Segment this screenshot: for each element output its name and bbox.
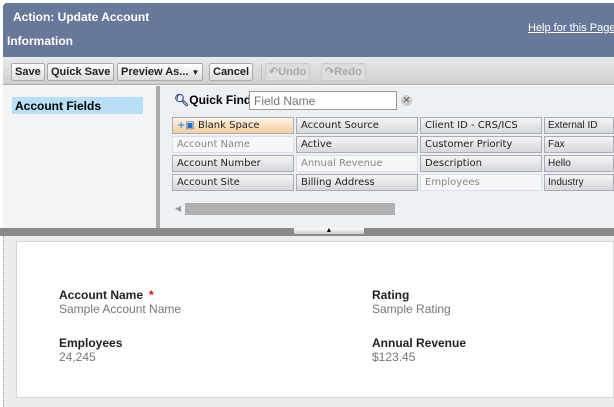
palette-field-label: Employees	[425, 177, 480, 188]
page-header: Action: Update Account Information Help …	[3, 3, 614, 57]
scroll-left-icon[interactable]: ◀	[175, 204, 181, 213]
palette-field[interactable]: External ID	[544, 117, 614, 134]
palette-field[interactable]: Active	[296, 136, 418, 153]
clear-search-icon[interactable]: ✕	[401, 95, 412, 106]
undo-icon: ↶	[269, 66, 279, 78]
palette-field[interactable]: Account Source	[296, 117, 418, 134]
field-value: Sample Rating	[372, 302, 451, 316]
field-value: 24,245	[59, 350, 96, 364]
save-button[interactable]: Save	[11, 63, 45, 81]
redo-button[interactable]: ↷Redo	[321, 63, 366, 81]
palette-field-label: Active	[301, 139, 332, 150]
palette-field-label: Customer Priority	[425, 139, 513, 150]
palette-sidebar: Account Fields	[3, 86, 156, 228]
collapse-palette-handle[interactable]: ▲	[294, 227, 364, 234]
horizontal-scrollbar[interactable]	[185, 203, 395, 215]
required-icon: *	[149, 288, 154, 302]
collapse-arrow-icon: ▲	[325, 227, 333, 234]
palette-field[interactable]: Client ID - CRS/ICS	[420, 117, 542, 134]
search-icon: 🔍︎	[174, 93, 190, 107]
layout-area: Account Name * Sample Account Name Rating…	[3, 236, 614, 407]
preview-as-label: Preview As...	[121, 66, 189, 78]
palette-field-label: Billing Address	[301, 177, 375, 188]
palette-field[interactable]: Account Name	[172, 136, 294, 153]
toolbar: Save Quick Save Preview As... ▼ Cancel ↶…	[3, 57, 614, 85]
redo-label: Redo	[334, 66, 362, 78]
field-label-account-name[interactable]: Account Name *	[59, 288, 154, 302]
quick-find-label: Quick Find	[189, 93, 252, 107]
undo-button[interactable]: ↶Undo	[265, 63, 311, 81]
field-value: $123.45	[372, 350, 416, 364]
undo-label: Undo	[278, 66, 307, 78]
field-palette: 🔍︎Quick Find ✕ +▣ Blank Space Account Nam…	[160, 86, 614, 228]
palette-field-label: Annual Revenue	[301, 158, 383, 169]
palette-field-label: Account Number	[177, 158, 261, 169]
palette-field[interactable]: +▣ Blank Space	[172, 117, 294, 134]
field-value: Sample Account Name	[59, 302, 182, 316]
palette-field-label: Fax	[548, 139, 565, 150]
toolbar-divider	[261, 65, 262, 81]
palette-field-label: Account Source	[301, 120, 379, 131]
help-link[interactable]: Help for this Page	[528, 22, 614, 34]
field-label-annual-revenue[interactable]: Annual Revenue	[372, 336, 466, 350]
palette-field[interactable]: Customer Priority	[420, 136, 542, 153]
quick-save-button[interactable]: Quick Save	[47, 63, 115, 81]
dropdown-arrow-icon: ▼	[191, 68, 200, 77]
quick-find: 🔍︎Quick Find	[174, 93, 251, 107]
palette-field-label: Description	[425, 158, 482, 169]
page-title: Action: Update Account	[13, 10, 150, 24]
field-label-employees[interactable]: Employees	[59, 336, 122, 350]
palette-field[interactable]: Annual Revenue	[296, 155, 418, 172]
page-title-line2: Information	[7, 34, 73, 48]
layout-section: Account Name * Sample Account Name Rating…	[16, 241, 614, 398]
palette-field-label: Industry	[548, 177, 584, 188]
palette-field[interactable]: Employees	[420, 174, 542, 191]
palette-field-label: Account Site	[177, 177, 240, 188]
cancel-button[interactable]: Cancel	[209, 63, 254, 81]
palette-field-label: Blank Space	[198, 120, 260, 131]
palette-field-label: Account Name	[177, 139, 251, 150]
palette-field-label: Client ID - CRS/ICS	[425, 120, 518, 131]
palette-field[interactable]: Billing Address	[296, 174, 418, 191]
palette-field[interactable]: Industry	[544, 174, 614, 191]
field-label-text: Account Name	[59, 288, 144, 302]
palette-field[interactable]: Account Site	[172, 174, 294, 191]
redo-icon: ↷	[325, 66, 335, 78]
palette-field-label: External ID	[548, 120, 598, 131]
palette-field[interactable]: Account Number	[172, 155, 294, 172]
blank-space-icon: +▣	[177, 120, 199, 131]
field-label-rating[interactable]: Rating	[372, 288, 409, 302]
palette-field-label: Hello	[548, 158, 571, 169]
sidebar-item-account-fields[interactable]: Account Fields	[12, 97, 143, 114]
palette-field[interactable]: Fax	[544, 136, 614, 153]
palette-field[interactable]: Hello	[544, 155, 614, 172]
quick-find-input[interactable]	[249, 91, 397, 110]
preview-as-button[interactable]: Preview As... ▼	[117, 63, 204, 81]
palette-field[interactable]: Description	[420, 155, 542, 172]
